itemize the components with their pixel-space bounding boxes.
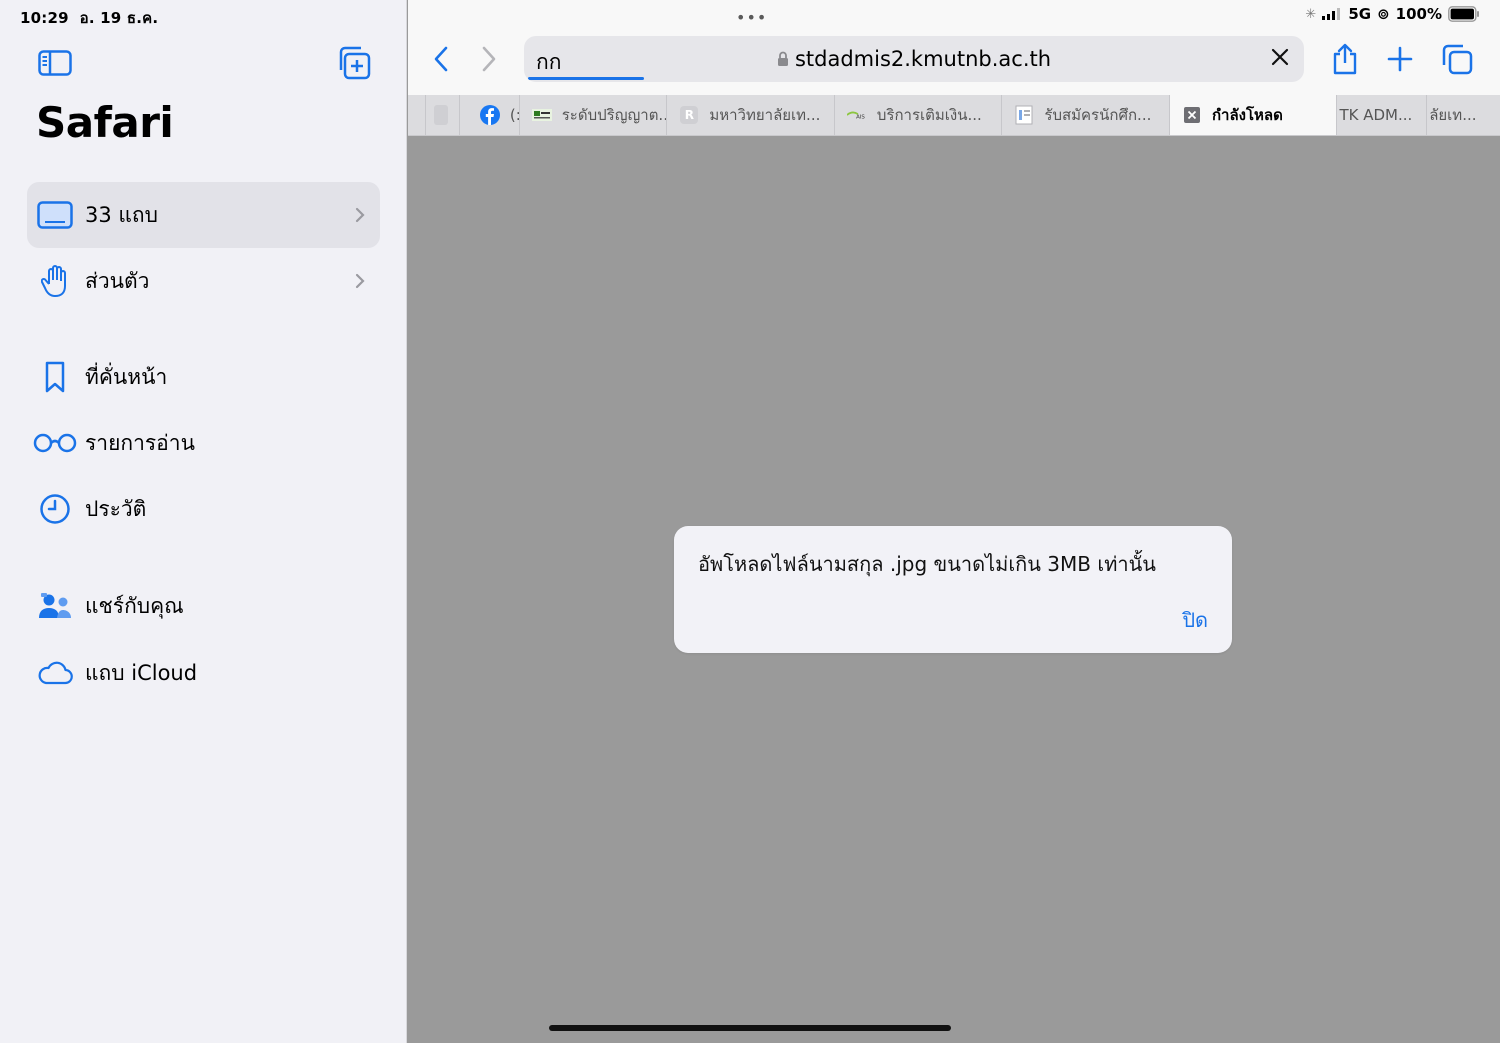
tab-bar: (: ระดับปริญญาต... R มหาวิทยาลัยเท... AI… (408, 95, 1500, 136)
share-icon[interactable] (1328, 40, 1362, 78)
site-favicon (531, 105, 552, 125)
tab-label: (: (509, 106, 520, 124)
sidebar-item-label: ส่วนตัว (85, 268, 150, 293)
status-time-date: 10:29 อ. 19 ธ.ค. (20, 6, 158, 30)
status-time: 10:29 (20, 9, 69, 27)
document-icon (1014, 105, 1034, 125)
activity-icon: ✳ (1305, 6, 1317, 22)
tab-label: กำลังโหลด (1211, 106, 1283, 124)
sidebar-item-label: แชร์กับคุณ (85, 593, 184, 618)
chevron-right-icon (340, 273, 380, 289)
tab-overflow[interactable]: ลัยเท... (1427, 95, 1500, 135)
home-indicator[interactable] (549, 1025, 951, 1031)
glasses-icon (27, 433, 83, 453)
alert-close-button[interactable]: ปิด (1182, 604, 1208, 636)
cloud-icon (27, 661, 83, 685)
tab-label: รับสมัครนักศึก... (1044, 106, 1152, 124)
sidebar: 10:29 อ. 19 ธ.ค. Safari 33 แถบ ส่วนตัว ท… (0, 0, 407, 1043)
sidebar-toggle-icon[interactable] (36, 48, 74, 78)
tab-label: ลัยเท... (1429, 106, 1477, 124)
tab-label: มหาวิทยาลัยเท... (709, 106, 821, 124)
status-date: อ. 19 ธ.ค. (79, 9, 159, 27)
address-bar[interactable]: กก stdadmis2.kmutnb.ac.th (524, 36, 1304, 82)
bookmark-icon (27, 361, 83, 393)
tab-label: ระดับปริญญาต... (561, 106, 668, 124)
page-load-progress (528, 77, 644, 80)
tab-admission[interactable]: รับสมัครนักศึก... (1002, 95, 1170, 135)
sidebar-item-tabs[interactable]: 33 แถบ (27, 182, 380, 248)
sidebar-item-label: 33 แถบ (85, 202, 158, 227)
sidebar-title: Safari (36, 98, 174, 147)
orientation-lock-icon: ⊚ (1377, 5, 1390, 23)
sidebar-item-label: แถบ iCloud (85, 660, 198, 685)
tab-stacked[interactable] (426, 95, 460, 135)
sidebar-item-icloud-tabs[interactable]: แถบ iCloud (27, 640, 380, 706)
letter-r-icon: R (679, 105, 699, 125)
hand-icon (27, 264, 83, 298)
forward-button[interactable] (474, 42, 504, 76)
url-display[interactable]: stdadmis2.kmutnb.ac.th (524, 47, 1304, 72)
new-tab-icon[interactable] (1385, 43, 1415, 75)
lock-icon (777, 48, 789, 72)
battery-icon (1448, 6, 1479, 22)
clock-icon (27, 493, 83, 525)
sidebar-item-private[interactable]: ส่วนตัว (27, 248, 380, 314)
facebook-icon (479, 105, 500, 125)
sidebar-item-label: ประวัติ (85, 496, 147, 521)
tab-label: บริการเติมเงิน... (876, 106, 982, 124)
url-text: stdadmis2.kmutnb.ac.th (794, 47, 1052, 71)
tab-degree[interactable]: ระดับปริญญาต... (520, 95, 668, 135)
alert-message: อัพโหลดไฟล์นามสกุล .jpg ขนาดไม่เกิน 3MB … (698, 552, 1156, 576)
tab-facebook[interactable]: (: (460, 95, 520, 135)
battery-percent: 100% (1395, 5, 1442, 23)
people-icon (27, 592, 83, 620)
signal-icon (1322, 8, 1341, 20)
tab-tk-admission[interactable]: TK ADM... (1337, 95, 1428, 135)
stacked-tab-icon (433, 105, 448, 125)
tab-label: TK ADM... (1339, 106, 1413, 124)
close-box-icon[interactable] (1182, 105, 1202, 125)
svg-text:AIS: AIS (856, 115, 865, 121)
sidebar-item-label: รายการอ่าน (85, 430, 195, 455)
alert-dialog: อัพโหลดไฟล์นามสกุล .jpg ขนาดไม่เกิน 3MB … (674, 526, 1232, 653)
network-type: 5G (1348, 5, 1372, 23)
sidebar-item-reading-list[interactable]: รายการอ่าน (27, 410, 380, 476)
new-tab-group-icon[interactable] (334, 44, 374, 82)
sidebar-item-shared-with-you[interactable]: แชร์กับคุณ (27, 573, 380, 639)
sidebar-item-history[interactable]: ประวัติ (27, 476, 380, 542)
tab-edge (408, 95, 426, 135)
stop-loading-icon[interactable] (1270, 47, 1290, 71)
tab-university[interactable]: R มหาวิทยาลัยเท... (667, 95, 835, 135)
ais-icon: AIS (846, 105, 867, 125)
tab-loading[interactable]: กำลังโหลด (1169, 95, 1338, 135)
back-button[interactable] (426, 42, 456, 76)
status-indicators: ✳ 5G ⊚ 100% (1305, 5, 1480, 23)
tab-topup[interactable]: AIS บริการเติมเงิน... (835, 95, 1003, 135)
sidebar-item-bookmarks[interactable]: ที่คั่นหน้า (27, 344, 380, 410)
chevron-right-icon (340, 207, 380, 223)
multitasking-dots-icon[interactable]: ••• (736, 8, 767, 27)
tabs-icon (27, 201, 83, 229)
sidebar-item-label: ที่คั่นหน้า (85, 364, 168, 389)
tab-overview-icon[interactable] (1440, 42, 1474, 76)
